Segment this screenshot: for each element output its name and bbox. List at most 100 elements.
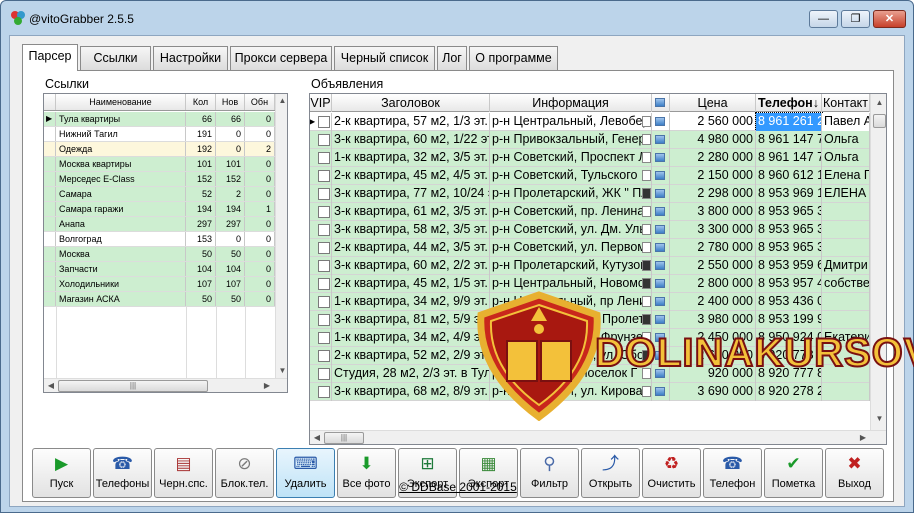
- links-grid[interactable]: Наименование Кол Нов Обн ▶ Тула квартиры 6…: [43, 93, 288, 393]
- minimize-button[interactable]: —: [809, 10, 838, 28]
- ad-row[interactable]: ▶ 2-к квартира, 57 м2, 1/3 эт.р-н Централ…: [310, 112, 870, 132]
- photo-cell[interactable]: [652, 311, 670, 329]
- links-row[interactable]: Самара 52 2 0: [44, 187, 275, 202]
- tab-parser[interactable]: Парсер: [22, 44, 78, 71]
- photo-cell[interactable]: [652, 365, 670, 383]
- col-contact-header[interactable]: Контакт: [822, 94, 870, 112]
- close-button[interactable]: ✕: [873, 10, 906, 28]
- vip-checkbox[interactable]: [318, 152, 330, 164]
- vip-cell[interactable]: [310, 257, 332, 275]
- ad-row[interactable]: 2-к квартира, 45 м2, 1/5 эт. р-н Централь…: [310, 275, 870, 293]
- vip-checkbox[interactable]: [318, 296, 330, 308]
- photo-cell[interactable]: [652, 167, 670, 185]
- vip-checkbox[interactable]: [318, 278, 330, 290]
- vip-cell[interactable]: [310, 275, 332, 293]
- links-hscroll[interactable]: ◀ ||| ▶: [44, 378, 287, 392]
- vip-checkbox[interactable]: [318, 332, 330, 344]
- description-icon[interactable]: [642, 116, 651, 127]
- description-icon[interactable]: [642, 386, 651, 397]
- vip-cell[interactable]: [310, 221, 332, 239]
- description-icon[interactable]: [642, 242, 651, 253]
- links-row[interactable]: Мерседес E-Class 152 152 0: [44, 172, 275, 187]
- tab-proxy[interactable]: Прокси сервера: [230, 46, 332, 70]
- col-name-header[interactable]: Наименование: [56, 94, 186, 110]
- tab-links[interactable]: Ссылки: [80, 46, 151, 70]
- vip-checkbox[interactable]: [318, 242, 330, 254]
- links-row[interactable]: Москва квартиры 101 101 0: [44, 157, 275, 172]
- vip-cell[interactable]: [310, 239, 332, 257]
- description-icon[interactable]: [642, 170, 651, 181]
- col-title-header[interactable]: Заголовок: [332, 94, 490, 112]
- description-icon[interactable]: [642, 350, 651, 361]
- photo-cell[interactable]: [652, 113, 670, 131]
- ads-grid[interactable]: VIP Заголовок Информация Цена Телефон↓ К…: [309, 93, 887, 445]
- photo-cell[interactable]: [652, 149, 670, 167]
- ad-row[interactable]: 2-к квартира, 44 м2, 3/5 эт. р-н Советски…: [310, 239, 870, 257]
- ad-row[interactable]: 3-к квартира, 68 м2, 8/9 эт. р-н Советски…: [310, 383, 870, 401]
- links-row[interactable]: Анапа 297 297 0: [44, 217, 275, 232]
- col-photo-header[interactable]: [652, 94, 670, 112]
- description-icon[interactable]: [642, 368, 651, 379]
- vip-cell[interactable]: [310, 293, 332, 311]
- title-bar[interactable]: @vitoGrabber 2.5.5 — ❐ ✕: [1, 1, 913, 35]
- photo-cell[interactable]: [652, 203, 670, 221]
- photo-cell[interactable]: [652, 383, 670, 401]
- links-row[interactable]: Магазин АСКА 50 50 0: [44, 292, 275, 307]
- photo-cell[interactable]: [652, 347, 670, 365]
- vip-checkbox[interactable]: [318, 350, 330, 362]
- vip-cell[interactable]: [310, 149, 332, 167]
- ad-row[interactable]: 2-к квартира, 52 м2, 2/9 эт. р-н Централь…: [310, 347, 870, 365]
- description-icon[interactable]: [642, 188, 651, 199]
- col-info-header[interactable]: Информация: [490, 94, 652, 112]
- links-row[interactable]: ▶ Тула квартиры 66 66 0: [44, 112, 275, 127]
- vip-checkbox[interactable]: [318, 224, 330, 236]
- photo-cell[interactable]: [652, 329, 670, 347]
- ad-row[interactable]: 1-к квартира, 34 м2, 4/9 эт. р-н Советски…: [310, 329, 870, 347]
- vip-cell[interactable]: [310, 311, 332, 329]
- ad-row[interactable]: 3-к квартира, 60 м2, 1/22 эт р-н Привокза…: [310, 131, 870, 149]
- vip-checkbox[interactable]: [318, 170, 330, 182]
- copyright-link[interactable]: © DDBase 2001-2015: [10, 480, 906, 494]
- vip-cell[interactable]: [310, 131, 332, 149]
- ad-row[interactable]: 3-к квартира, 81 м2, 5/9 эт. р-н Пролетар…: [310, 311, 870, 329]
- photo-cell[interactable]: [652, 185, 670, 203]
- ad-row[interactable]: 1-к квартира, 32 м2, 3/5 эт. р-н Советски…: [310, 149, 870, 167]
- photo-cell[interactable]: [652, 221, 670, 239]
- description-icon[interactable]: [642, 332, 651, 343]
- col-phone-header[interactable]: Телефон↓: [756, 94, 822, 112]
- vip-cell[interactable]: [310, 383, 332, 401]
- col-count-header[interactable]: Кол: [186, 94, 216, 110]
- vip-cell[interactable]: ▶: [310, 113, 332, 131]
- description-icon[interactable]: [642, 278, 651, 289]
- links-row[interactable]: Москва 50 50 0: [44, 247, 275, 262]
- links-row[interactable]: Запчасти 104 104 0: [44, 262, 275, 277]
- vip-checkbox[interactable]: [318, 116, 330, 128]
- ad-row[interactable]: 2-к квартира, 45 м2, 4/5 эт. р-н Советски…: [310, 167, 870, 185]
- links-row[interactable]: Одежда 192 0 2: [44, 142, 275, 157]
- description-icon[interactable]: [642, 314, 651, 325]
- photo-cell[interactable]: [652, 293, 670, 311]
- ad-row[interactable]: 3-к квартира, 61 м2, 3/5 эт. р-н Советски…: [310, 203, 870, 221]
- photo-cell[interactable]: [652, 275, 670, 293]
- description-icon[interactable]: [642, 206, 651, 217]
- description-icon[interactable]: [642, 224, 651, 235]
- vip-cell[interactable]: [310, 329, 332, 347]
- ad-row[interactable]: Студия, 28 м2, 2/3 эт. в Тул р-н Советски…: [310, 365, 870, 383]
- links-row[interactable]: Нижний Тагил 191 0 0: [44, 127, 275, 142]
- ad-row[interactable]: 1-к квартира, 34 м2, 9/9 эт. р-н Централь…: [310, 293, 870, 311]
- ad-row[interactable]: 3-к квартира, 77 м2, 10/24 э р-н Пролетар…: [310, 185, 870, 203]
- vip-checkbox[interactable]: [318, 314, 330, 326]
- ads-vscroll[interactable]: ▲ ▼: [870, 94, 886, 430]
- vip-cell[interactable]: [310, 185, 332, 203]
- tab-settings[interactable]: Настройки: [153, 46, 228, 70]
- description-icon[interactable]: [642, 152, 651, 163]
- vip-checkbox[interactable]: [318, 260, 330, 272]
- photo-cell[interactable]: [652, 257, 670, 275]
- vip-cell[interactable]: [310, 203, 332, 221]
- ad-row[interactable]: 3-к квартира, 58 м2, 3/5 эт. р-н Советски…: [310, 221, 870, 239]
- vip-cell[interactable]: [310, 167, 332, 185]
- description-icon[interactable]: [642, 296, 651, 307]
- vip-checkbox[interactable]: [318, 386, 330, 398]
- description-icon[interactable]: [642, 260, 651, 271]
- links-vscroll[interactable]: ▲ ▼: [275, 94, 287, 378]
